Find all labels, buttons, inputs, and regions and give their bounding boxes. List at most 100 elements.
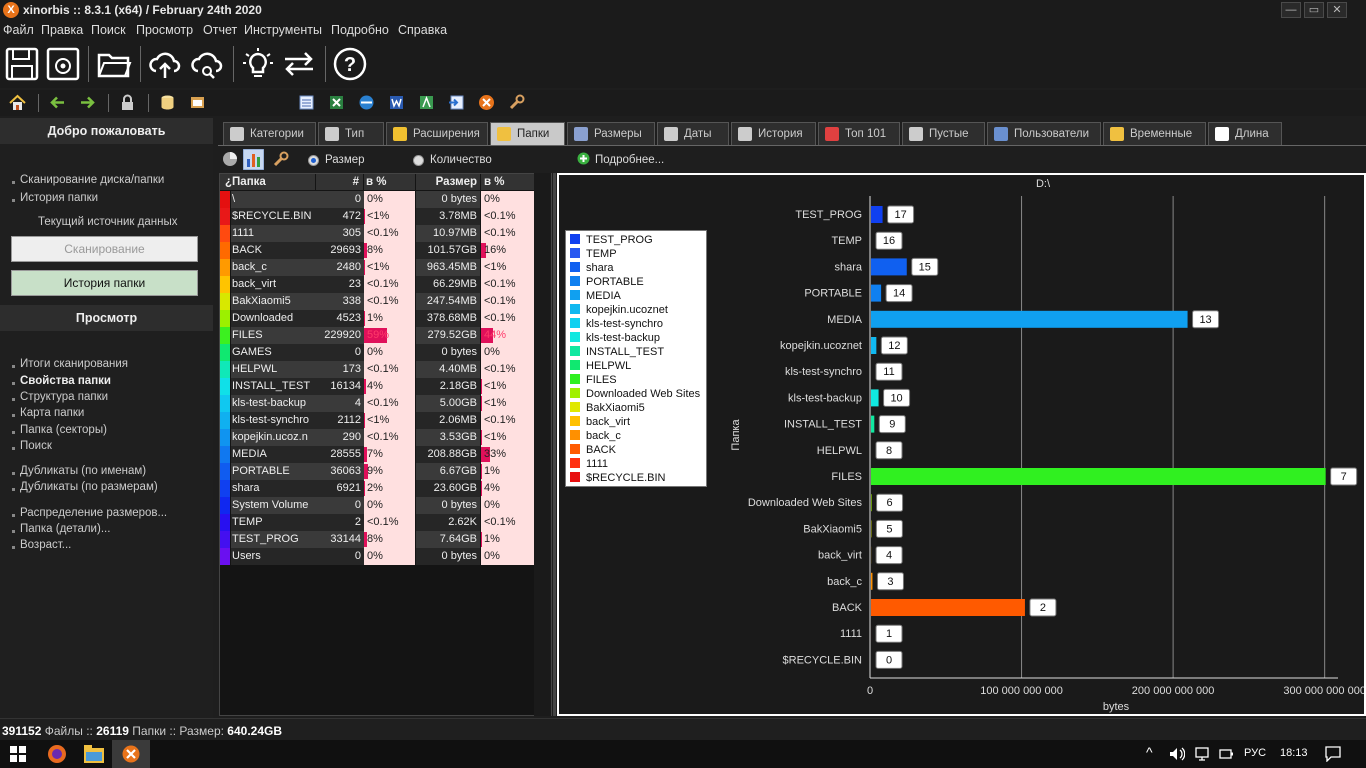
tab-1[interactable]: Тип	[318, 122, 384, 145]
save-icon[interactable]	[4, 46, 40, 82]
forward-arrow-icon[interactable]	[79, 94, 96, 111]
cloud-search-icon[interactable]	[189, 46, 225, 82]
table-scrollbar[interactable]	[534, 173, 551, 716]
windows-start-icon[interactable]	[10, 746, 26, 762]
table-row[interactable]: Downloaded 4523 1% 378.68MB <0.1%	[220, 310, 535, 327]
count-radio[interactable]	[413, 155, 424, 166]
firefox-icon[interactable]	[47, 744, 67, 764]
table-row[interactable]: BakXiaomi5 338 <0.1% 247.54MB <0.1%	[220, 293, 535, 310]
clock[interactable]: 18:13	[1280, 747, 1308, 759]
tab-5[interactable]: Даты	[657, 122, 729, 145]
battery-icon[interactable]	[1219, 747, 1233, 761]
menu-tools[interactable]: Инструменты	[244, 23, 322, 37]
view-item[interactable]: Возраст...	[20, 539, 71, 551]
taskbar-active-app[interactable]	[112, 740, 150, 768]
table-row[interactable]: shara 6921 2% 23.60GB 4%	[220, 480, 535, 497]
close-button[interactable]: ✕	[1327, 2, 1347, 18]
view-item[interactable]: Папка (секторы)	[20, 424, 107, 436]
minimize-button[interactable]: —	[1281, 2, 1301, 18]
folder-history-link[interactable]: История папки	[20, 192, 98, 204]
view-item[interactable]: Поиск	[20, 440, 52, 452]
menu-edit[interactable]: Правка	[41, 23, 83, 37]
scan-button[interactable]: Сканирование	[11, 236, 198, 262]
view-item[interactable]: Итоги сканирования	[20, 358, 128, 370]
table-row[interactable]: INSTALL_TEST 16134 4% 2.18GB <1%	[220, 378, 535, 395]
menu-search[interactable]: Поиск	[91, 23, 126, 37]
more-details-link[interactable]: Подробнее...	[595, 154, 664, 166]
tab-9[interactable]: Пользователи	[987, 122, 1101, 145]
scan-disk-link[interactable]: Сканирование диска/папки	[20, 174, 164, 186]
import-icon[interactable]	[448, 94, 465, 111]
col-header-count-pct[interactable]: в %	[364, 174, 415, 190]
table-row[interactable]: back_c 2480 <1% 963.45MB <1%	[220, 259, 535, 276]
lightbulb-icon[interactable]	[240, 46, 276, 82]
col-header-size[interactable]: Размер	[416, 174, 480, 190]
chart-settings-wrench-icon[interactable]	[273, 151, 289, 167]
help-icon[interactable]: ?	[332, 46, 368, 82]
swap-arrows-icon[interactable]	[281, 46, 317, 82]
col-header-folder[interactable]: ¿Папка	[220, 174, 315, 190]
view-item[interactable]: Распределение размеров...	[20, 507, 167, 519]
browser-report-icon[interactable]	[358, 94, 375, 111]
menu-view[interactable]: Просмотр	[136, 23, 193, 37]
excel-report-icon[interactable]	[328, 94, 345, 111]
tab-8[interactable]: Пустые	[902, 122, 985, 145]
file-explorer-icon[interactable]	[84, 745, 104, 763]
input-language[interactable]: РУС	[1244, 747, 1266, 759]
table-row[interactable]: TEMP 2 <0.1% 2.62K <0.1%	[220, 514, 535, 531]
tab-4[interactable]: Размеры	[567, 122, 655, 145]
menu-report[interactable]: Отчет	[203, 23, 237, 37]
export-icon[interactable]	[189, 94, 206, 111]
view-item[interactable]: Дубликаты (по именам)	[20, 465, 146, 477]
view-item[interactable]: Структура папки	[20, 391, 108, 403]
maximize-button[interactable]: ▭	[1304, 2, 1324, 18]
bar-chart-icon[interactable]	[243, 149, 264, 170]
database-icon[interactable]	[159, 94, 176, 111]
tab-0[interactable]: Категории	[223, 122, 316, 145]
table-row[interactable]: $RECYCLE.BIN 472 <1% 3.78MB <0.1%	[220, 208, 535, 225]
table-row[interactable]: kls-test-backup 4 <0.1% 5.00GB <1%	[220, 395, 535, 412]
view-item[interactable]: Карта папки	[20, 407, 84, 419]
table-row[interactable]: HELPWL 173 <0.1% 4.40MB <0.1%	[220, 361, 535, 378]
open-folder-icon[interactable]	[96, 46, 132, 82]
volume-icon[interactable]	[1169, 747, 1185, 761]
table-row[interactable]: GAMES 0 0% 0 bytes 0%	[220, 344, 535, 361]
pane-splitter[interactable]	[553, 173, 556, 716]
plus-circle-icon[interactable]	[577, 152, 590, 165]
menu-file[interactable]: Файл	[3, 23, 34, 37]
tab-11[interactable]: Длина	[1208, 122, 1282, 145]
table-row[interactable]: kls-test-synchro 2112 <1% 2.06MB <0.1%	[220, 412, 535, 429]
html-report-icon[interactable]	[298, 94, 315, 111]
menu-details[interactable]: Подробно	[331, 23, 389, 37]
view-item[interactable]: Свойства папки	[20, 375, 111, 387]
tab-3[interactable]: Папки	[490, 122, 565, 145]
table-row[interactable]: \ 0 0% 0 bytes 0%	[220, 191, 535, 208]
lock-icon[interactable]	[119, 94, 136, 111]
col-header-count[interactable]: #	[316, 174, 363, 190]
back-arrow-icon[interactable]	[49, 94, 66, 111]
table-row[interactable]: Users 0 0% 0 bytes 0%	[220, 548, 535, 565]
table-row[interactable]: 1111 305 <0.1% 10.97MB <0.1%	[220, 225, 535, 242]
csv-report-icon[interactable]	[418, 94, 435, 111]
tab-2[interactable]: Расширения	[386, 122, 488, 145]
notifications-icon[interactable]	[1325, 746, 1341, 762]
history-button[interactable]: История папки	[11, 270, 198, 296]
tray-chevron-icon[interactable]: ^	[1146, 744, 1153, 760]
cloud-upload-icon[interactable]	[147, 46, 183, 82]
word-report-icon[interactable]	[388, 94, 405, 111]
table-row[interactable]: PORTABLE 36063 9% 6.67GB 1%	[220, 463, 535, 480]
network-icon[interactable]	[1195, 747, 1209, 761]
tab-6[interactable]: История	[731, 122, 816, 145]
table-row[interactable]: back_virt 23 <0.1% 66.29MB <0.1%	[220, 276, 535, 293]
tab-10[interactable]: Временные	[1103, 122, 1206, 145]
wrench-icon[interactable]	[508, 94, 525, 111]
pie-chart-icon[interactable]	[222, 151, 238, 167]
table-row[interactable]: System Volume 0 0% 0 bytes 0%	[220, 497, 535, 514]
col-header-size-pct[interactable]: в %	[481, 174, 535, 190]
size-radio[interactable]	[308, 155, 319, 166]
table-row[interactable]: FILES 229920 59% 279.52GB 44%	[220, 327, 535, 344]
table-row[interactable]: BACK 29693 8% 101.57GB 16%	[220, 242, 535, 259]
table-row[interactable]: MEDIA 28555 7% 208.88GB 33%	[220, 446, 535, 463]
save-settings-icon[interactable]	[45, 46, 81, 82]
tab-7[interactable]: Топ 101	[818, 122, 900, 145]
